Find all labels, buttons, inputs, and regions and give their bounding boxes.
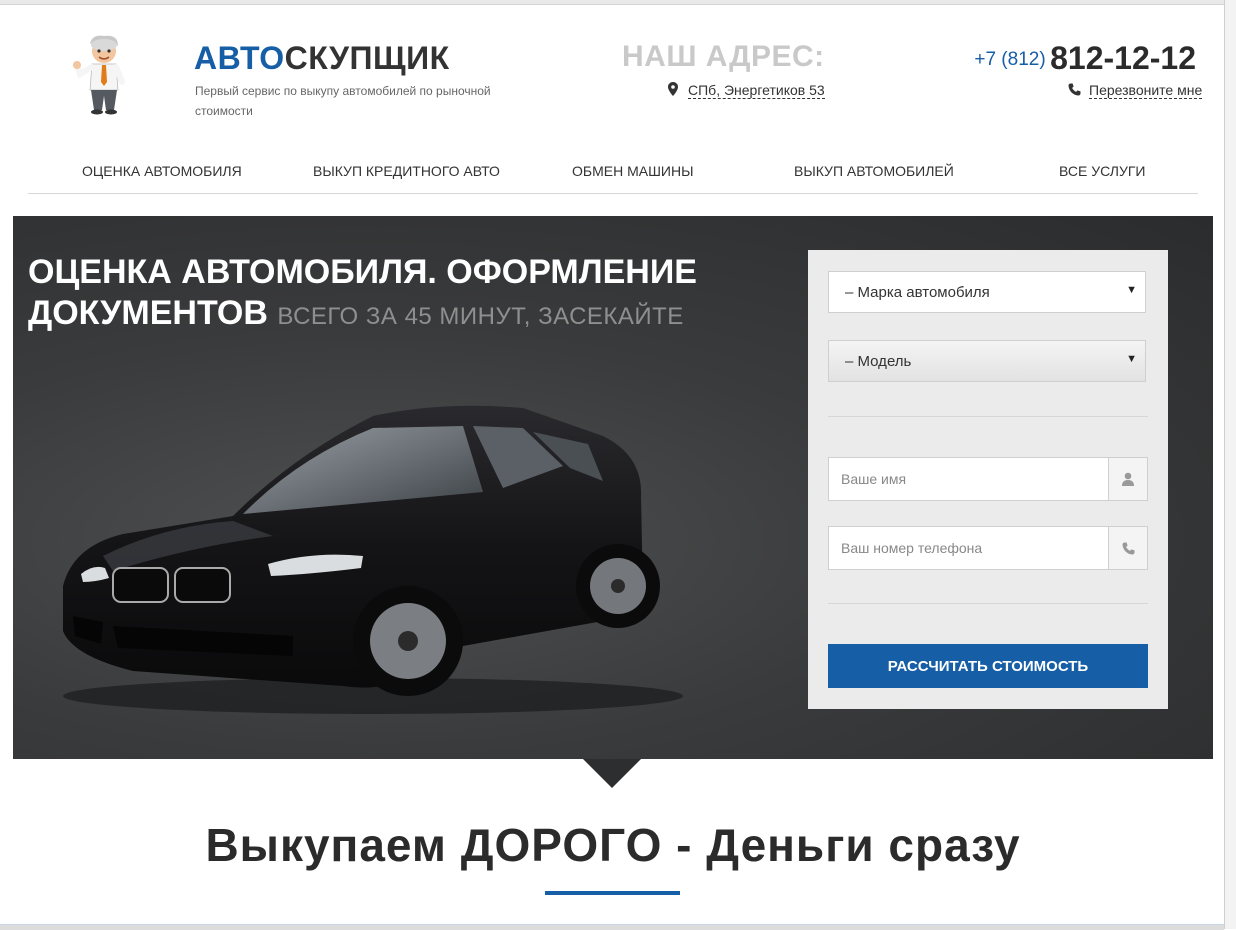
phone-icon (1108, 526, 1148, 570)
caret-down-icon: ▼ (1126, 284, 1137, 296)
nav-item-credit-car-buyout[interactable]: Выкуп кредитного авто (313, 163, 500, 179)
map-pin-icon (668, 82, 678, 99)
nav-item-car-exchange[interactable]: Обмен машины (572, 163, 693, 179)
hero-banner: Оценка автомобиля. Оформление документов… (13, 216, 1213, 759)
nav-item-all-services[interactable]: Все услуги (1059, 163, 1145, 179)
name-input[interactable] (828, 457, 1108, 501)
form-divider (828, 416, 1148, 417)
phone-code: +7 (812) (974, 49, 1046, 70)
site-logo[interactable]: АВТОСКУПЩИК (194, 40, 450, 77)
car-image (43, 396, 683, 716)
valuation-form: – Марка автомобиля ▼ – Модель ▼ Рассчита… (808, 250, 1168, 709)
phone-field-group (828, 526, 1148, 570)
address-text: СПб, Энергетиков 53 (688, 82, 825, 99)
phone-block[interactable]: +7 (812) 812-12-12 (974, 40, 1196, 77)
calculate-price-button[interactable]: Рассчитать стоимость (828, 644, 1148, 688)
callback-label: Перезвоните мне (1089, 82, 1203, 99)
form-divider (828, 603, 1148, 604)
window-right-border (1224, 0, 1236, 929)
brand-select-value: – Марка автомобиля (845, 284, 990, 301)
address-title: НАШ АДРЕС: (622, 40, 825, 73)
brand-select[interactable]: – Марка автомобиля ▼ (828, 271, 1146, 313)
logo-part-avto: АВТО (194, 40, 285, 76)
model-select-value: – Модель (845, 353, 912, 370)
logo-part-skupshchik: СКУПЩИК (284, 40, 450, 76)
main-nav: Оценка автомобиля Выкуп кредитного авто … (28, 150, 1198, 194)
model-select[interactable]: – Модель ▼ (828, 340, 1146, 382)
window-bottom-border (0, 924, 1224, 930)
section-slogan: Выкупаем ДОРОГО - Деньги сразу (205, 819, 1021, 871)
phone-input[interactable] (828, 526, 1108, 570)
caret-down-icon: ▼ (1126, 353, 1137, 365)
callback-link[interactable]: Перезвоните мне (1068, 82, 1203, 99)
user-icon (1108, 457, 1148, 501)
hero-notch (583, 759, 641, 788)
slogan-underline (545, 891, 680, 895)
mascot-icon (68, 34, 138, 116)
phone-number: 812-12-12 (1050, 40, 1196, 76)
window-top-border (0, 0, 1236, 5)
nav-item-car-valuation[interactable]: Оценка автомобиля (82, 163, 242, 179)
nav-item-car-buyout[interactable]: Выкуп автомобилей (794, 163, 954, 179)
hero-title: Оценка автомобиля. Оформление документов… (28, 252, 788, 337)
name-field-group (828, 457, 1148, 501)
hero-subtitle: всего за 45 минут, засекайте (277, 303, 684, 330)
address-line[interactable]: СПб, Энергетиков 53 (668, 82, 825, 99)
phone-icon (1068, 83, 1081, 99)
site-tagline: Первый сервис по выкупу автомобилей по р… (195, 84, 491, 118)
